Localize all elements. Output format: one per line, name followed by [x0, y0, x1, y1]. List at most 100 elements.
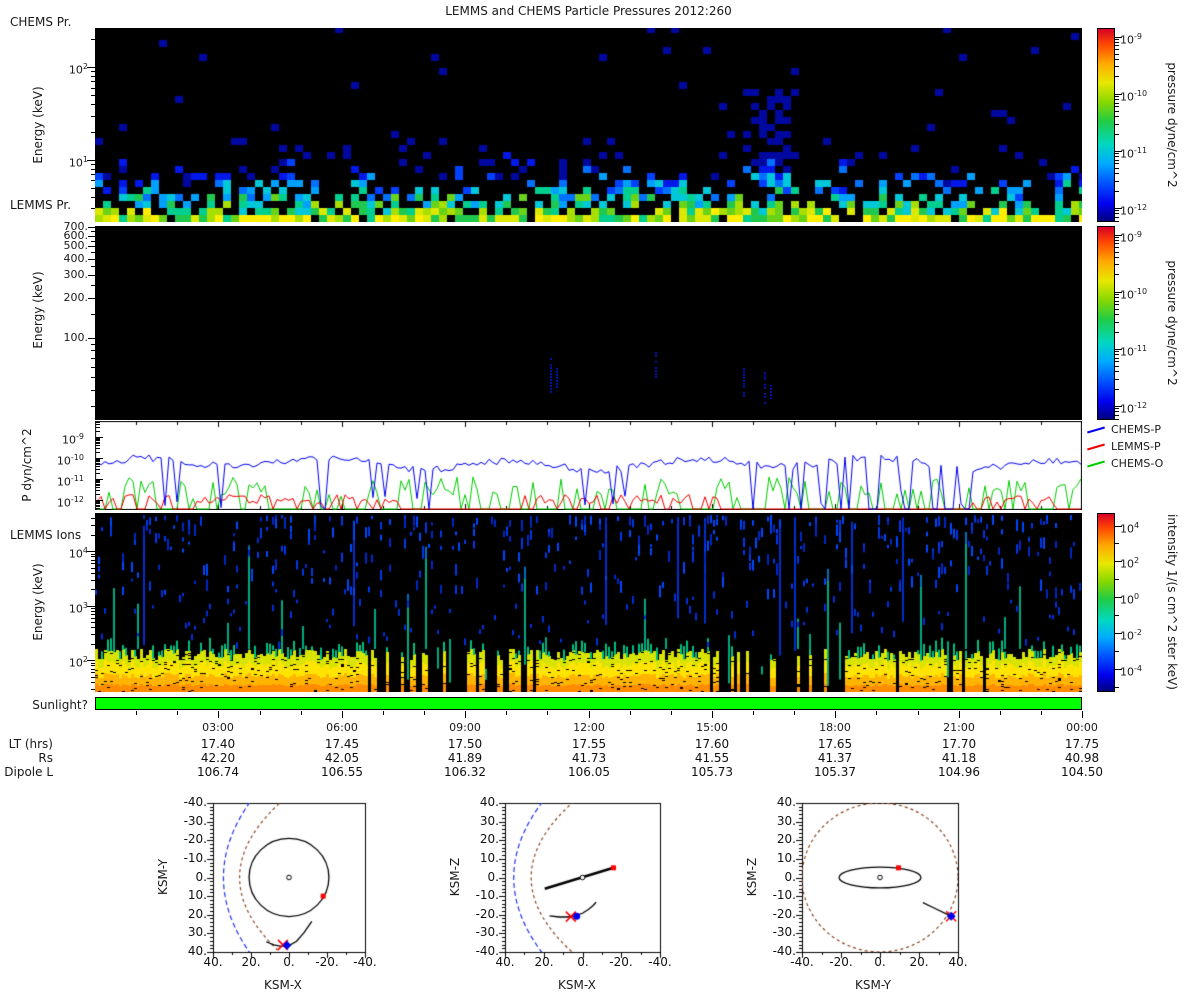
tick-mark: [91, 665, 95, 666]
tick-mark: [589, 711, 590, 718]
ephemeris-value: 41.55: [694, 751, 730, 765]
y-tick-label: 104: [68, 546, 88, 561]
tick-mark: [88, 236, 95, 237]
tick-mark: [91, 252, 95, 253]
time-tick-label: 12:00: [573, 721, 605, 734]
tick-mark: [96, 460, 100, 461]
tick-mark: [1115, 168, 1119, 169]
tick-mark: [91, 573, 95, 574]
tick-mark: [1115, 103, 1119, 104]
tick-mark: [96, 464, 100, 465]
lemms-ions-spectrogram: [95, 513, 1082, 692]
tick-mark: [91, 611, 95, 612]
tick-mark: [1115, 252, 1119, 253]
legend-label-lemms-p: LEMMS-P: [1111, 440, 1161, 453]
yaxis-title-pressure: P dyn/cm^2: [20, 428, 34, 502]
tick-mark: [91, 88, 95, 89]
tick-mark: [1115, 163, 1119, 164]
tick-mark: [1115, 354, 1119, 355]
colorbar-tick-label: 10-10: [1120, 89, 1148, 104]
orbit-y-tick-label: -20.: [183, 832, 207, 846]
tick-mark: [1115, 366, 1119, 367]
y-tick-label: 300.: [63, 268, 89, 281]
y-tick-label: 100.: [63, 331, 89, 344]
ephemeris-value: 17.45: [324, 737, 360, 751]
orbit-x-tick-label: 0.: [577, 955, 589, 969]
tick-mark: [1000, 711, 1001, 715]
tick-mark: [91, 76, 95, 77]
row-label-rs: Rs: [38, 751, 53, 765]
ephemeris-value: 17.55: [571, 737, 607, 751]
colorbar-tick-label: 10-9: [1120, 32, 1142, 47]
time-tick-label: 21:00: [943, 721, 975, 734]
tick-mark: [96, 469, 100, 470]
tick-mark: [91, 535, 95, 536]
ephemeris-value: 17.65: [817, 737, 853, 751]
y-tick-label: 103: [68, 601, 88, 616]
pressure-line-plot: [95, 421, 1082, 510]
tick-mark: [1115, 240, 1119, 241]
tick-mark: [1115, 264, 1119, 265]
ephemeris-value: 17.75: [1064, 737, 1100, 751]
orbit-plot-ksmx-ksmy: [201, 795, 377, 968]
tick-mark: [1115, 42, 1119, 43]
tick-mark: [96, 480, 100, 481]
tick-mark: [96, 448, 100, 449]
tick-mark: [1115, 66, 1119, 67]
tick-mark: [96, 439, 100, 440]
tick-mark: [1115, 309, 1119, 310]
orbit-y-tick-label: 20.: [776, 832, 796, 846]
tick-mark: [1115, 45, 1119, 46]
tick-mark: [96, 482, 100, 483]
tick-mark: [260, 711, 261, 715]
row-label-lt: LT (hrs): [8, 737, 53, 751]
tick-mark: [96, 445, 100, 446]
tick-mark: [91, 622, 95, 623]
colorbar-tick-label: 10-12: [1120, 401, 1148, 416]
tick-mark: [91, 169, 95, 170]
tick-mark: [96, 459, 100, 460]
tick-mark: [91, 682, 95, 683]
tick-mark: [1115, 389, 1119, 390]
tick-mark: [1115, 297, 1119, 298]
time-tick-label: 06:00: [326, 721, 358, 734]
tick-mark: [794, 711, 795, 715]
ephemeris-value: 41.73: [571, 751, 607, 765]
orbit-x-tick-label: -20.: [829, 955, 853, 969]
tick-mark: [1115, 301, 1119, 302]
y-tick-label: 10-10: [56, 453, 84, 468]
time-tick-label: 09:00: [449, 721, 481, 734]
colorbar-tick-label: 10-10: [1120, 287, 1148, 302]
legend-label-chems-o: CHEMS-O: [1111, 457, 1164, 470]
ephemeris-value: 41.18: [941, 751, 977, 765]
tick-mark: [87, 67, 95, 68]
yaxis-title-chems: Energy (keV): [31, 86, 45, 164]
tick-mark: [1115, 156, 1119, 157]
tick-mark: [1082, 711, 1083, 718]
tick-mark: [91, 580, 95, 581]
time-tick-label: 18:00: [819, 721, 851, 734]
orbit-plot-ksmx-ksmz: [493, 795, 672, 968]
tick-mark: [1115, 257, 1119, 258]
tick-mark: [1115, 419, 1119, 420]
ephemeris-value: 104.96: [938, 765, 980, 779]
tick-mark: [1115, 379, 1119, 380]
tick-mark: [91, 95, 95, 96]
tick-mark: [1115, 371, 1119, 372]
y-tick-label: 200.: [63, 291, 89, 304]
tick-mark: [91, 672, 95, 673]
orbit-y-tick-label: 10.: [776, 851, 796, 865]
orbit-y-tick-label: 10.: [479, 851, 499, 865]
tick-mark: [383, 711, 384, 715]
tick-mark: [96, 506, 100, 507]
legend-swatch-chems-p: [1087, 426, 1105, 434]
orbit-y-tick-label: -40.: [183, 795, 207, 809]
tick-mark: [1115, 332, 1119, 333]
tick-mark: [96, 502, 100, 503]
colorbar-tick-label: 100: [1120, 592, 1140, 607]
orbit-y-tick-label: 20.: [187, 907, 207, 921]
orbit-x-tick-label: -40.: [353, 955, 377, 969]
tick-mark: [177, 711, 178, 715]
tick-mark: [712, 711, 713, 718]
tick-mark: [424, 711, 425, 715]
